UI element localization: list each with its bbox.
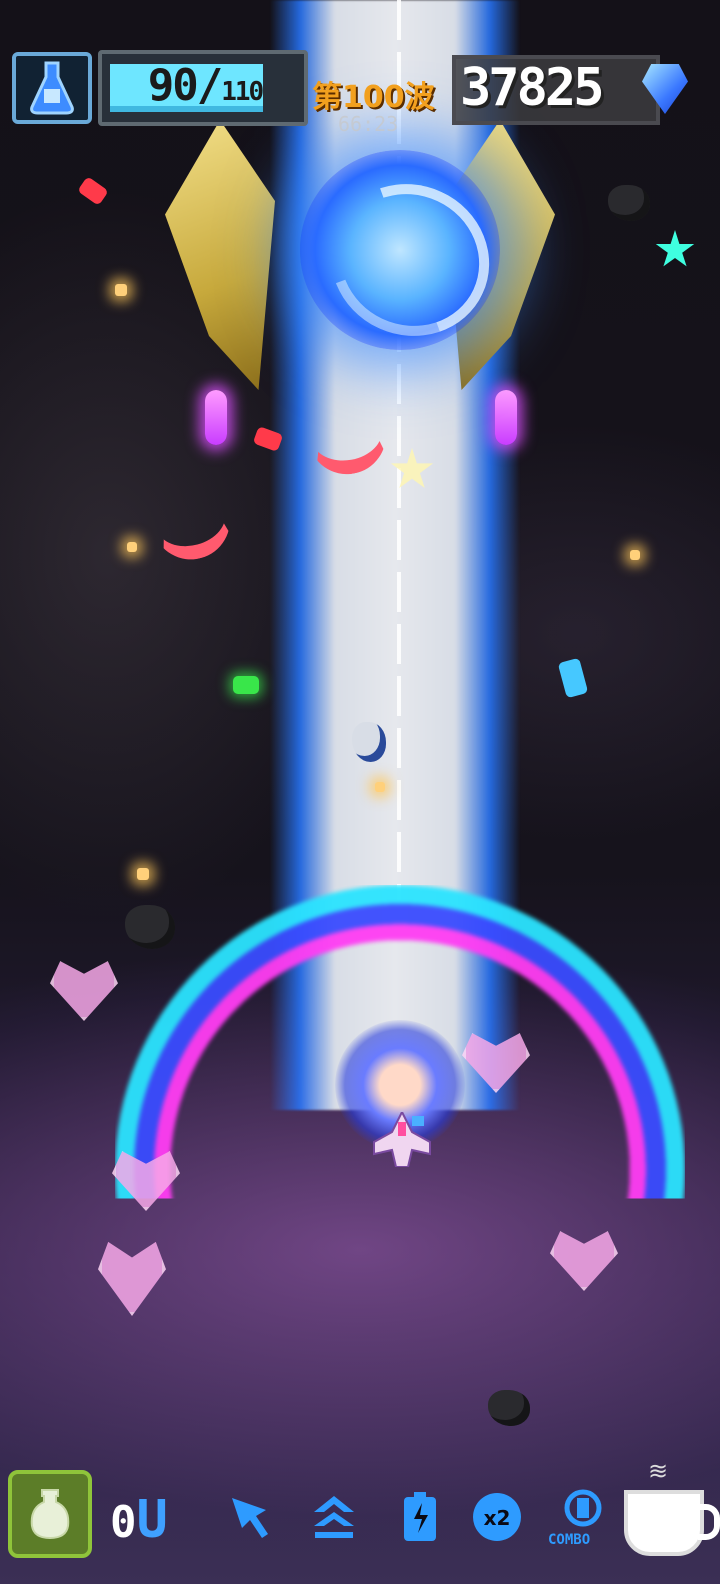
hp-current: 90: [147, 60, 199, 111]
battery-skill-button[interactable]: [393, 1490, 447, 1544]
hp-readout: 90/110: [147, 60, 264, 111]
item-count-value: 0: [110, 1497, 137, 1548]
battery-icon: [404, 1492, 436, 1541]
gold-mote: [375, 782, 385, 792]
item-count: 0U: [110, 1490, 168, 1550]
gold-mote: [115, 284, 127, 296]
x2-text: x2: [484, 1506, 511, 1530]
rocket-skill-button[interactable]: [222, 1490, 276, 1544]
green-gem-pickup: [233, 676, 259, 694]
gold-mote: [137, 868, 149, 880]
steam-icon: ≋: [648, 1457, 669, 1485]
gold-mote: [630, 550, 640, 560]
combo-skill-button[interactable]: [556, 1484, 610, 1538]
x2-skill-button[interactable]: x2: [470, 1490, 524, 1544]
gold-mote: [127, 542, 137, 552]
score-value: 37825: [460, 58, 605, 118]
pause-cup-button[interactable]: [624, 1490, 720, 1556]
item-count-letter: U: [136, 1490, 168, 1550]
speed-skill-button[interactable]: [307, 1490, 361, 1544]
wave-label: 第100波: [312, 80, 435, 115]
jar-icon: [30, 1489, 70, 1540]
combo-label: COMBO: [548, 1532, 591, 1548]
asteroid: [608, 185, 650, 221]
asteroid: [488, 1390, 530, 1426]
item-slot-button[interactable]: [8, 1470, 92, 1558]
player-ship[interactable]: [372, 1112, 432, 1167]
hp-max: 110: [221, 77, 264, 107]
rocket-icon: [232, 1498, 268, 1538]
boss-thruster-flame: [495, 390, 517, 445]
boss-thruster-flame: [205, 390, 227, 445]
speed-arrows-icon: [314, 1496, 354, 1538]
hp-bar: 90/110: [98, 50, 308, 126]
bomb-ability-button[interactable]: [12, 52, 92, 124]
enemy-drone: [352, 722, 386, 762]
flask-icon: [30, 61, 74, 115]
combo-icon: [564, 1489, 602, 1527]
x2-multiplier-icon: x2: [473, 1493, 521, 1541]
wave-timer: 66:23: [338, 112, 399, 136]
